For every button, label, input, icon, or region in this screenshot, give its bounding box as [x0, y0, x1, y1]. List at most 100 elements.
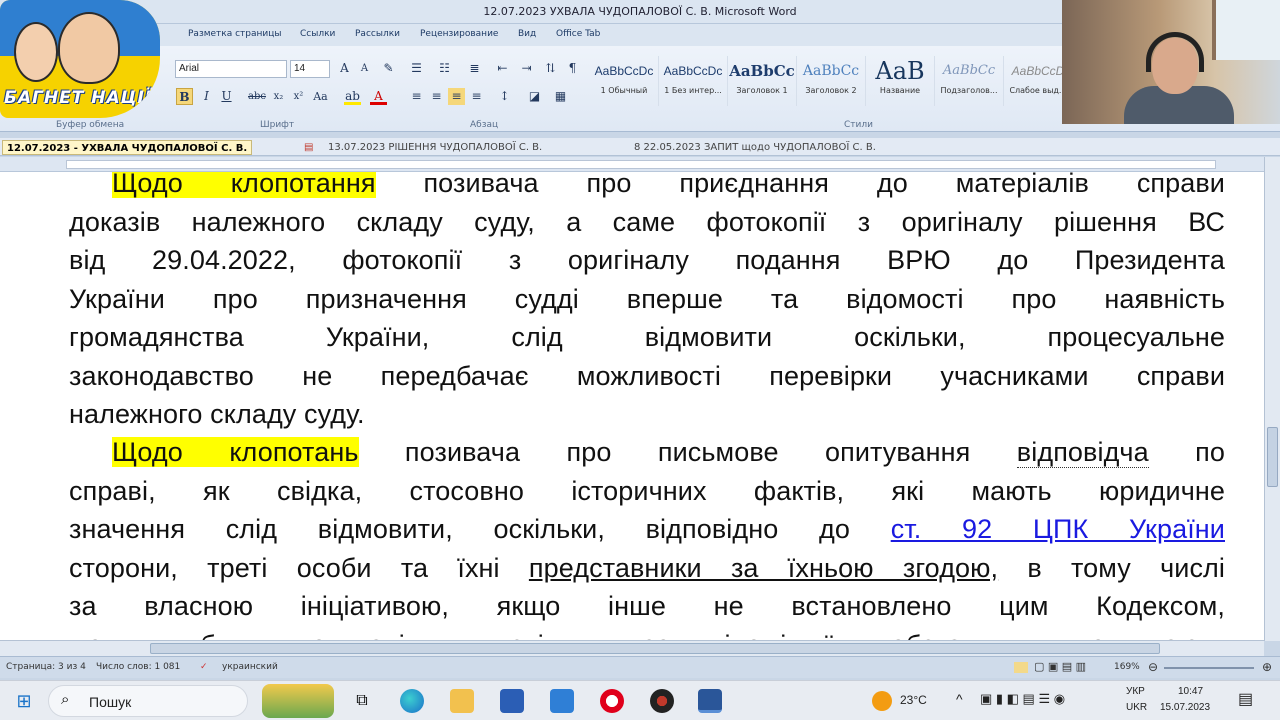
- bold-icon[interactable]: B: [176, 88, 193, 105]
- p1-line-7: належного складу суду.: [69, 399, 365, 429]
- spellcheck-icon[interactable]: ✓: [200, 662, 208, 672]
- style-heading-2[interactable]: AaBbCc Заголовок 2: [797, 56, 866, 106]
- doc-tab-3[interactable]: 8 22.05.2023 ЗАПИТ щодо ЧУДОПАЛОВОЇ С. В…: [630, 140, 880, 155]
- search-label: Пошук: [89, 694, 132, 710]
- shading-icon[interactable]: ◪: [526, 88, 543, 105]
- justify-icon[interactable]: ≡: [468, 88, 485, 105]
- language-bottom[interactable]: UKR: [1126, 702, 1147, 713]
- style-subtitle[interactable]: AaBbCc Подзаголов...: [935, 56, 1004, 106]
- superscript-icon[interactable]: x²: [290, 88, 307, 105]
- align-left-icon[interactable]: ≡: [408, 88, 425, 105]
- styles-gallery: AaBbCcDc 1 Обычный AaBbCcDc 1 Без интер...…: [590, 56, 1073, 106]
- edge-icon[interactable]: [400, 689, 424, 713]
- grow-font-icon[interactable]: A: [336, 60, 353, 77]
- task-view-icon[interactable]: ⧉: [350, 689, 374, 713]
- decrease-indent-icon[interactable]: ⇤: [494, 60, 511, 77]
- notification-icon[interactable]: ▤: [1238, 689, 1253, 709]
- increase-indent-icon[interactable]: ⇥: [518, 60, 535, 77]
- start-icon[interactable]: ⊞: [12, 689, 36, 713]
- search-box[interactable]: ⌕ Пошук: [48, 685, 248, 717]
- style-normal[interactable]: AaBbCcDc 1 Обычный: [590, 56, 659, 106]
- ruler[interactable]: [0, 157, 1264, 172]
- word-window: ■ ↶ ↷ 12.07.2023 УХВАЛА ЧУДОПАЛОВОЇ С. В…: [0, 0, 1280, 720]
- doc-tab-2[interactable]: 13.07.2023 РІШЕННЯ ЧУДОПАЛОВОЇ С. В.: [324, 140, 546, 155]
- clock-date[interactable]: 15.07.2023: [1160, 702, 1210, 713]
- zoom-level[interactable]: 169%: [1114, 662, 1140, 672]
- font-color-icon[interactable]: A: [370, 88, 387, 105]
- p2-line-1: Щодо клопотань позивача про письмове опи…: [112, 437, 1225, 468]
- subscript-icon[interactable]: x₂: [270, 88, 287, 105]
- numbering-icon[interactable]: ☷: [436, 60, 453, 77]
- view-buttons-icon[interactable]: ▢ ▣ ▤ ▥: [1034, 660, 1086, 673]
- tab-review[interactable]: Рецензирование: [420, 29, 498, 39]
- horizontal-scrollbar[interactable]: [0, 640, 1264, 656]
- webcam-overlay: [1062, 0, 1280, 124]
- word-icon[interactable]: [698, 689, 722, 713]
- law-link[interactable]: ст. 92 ЦПК України: [891, 514, 1225, 544]
- highlight-icon[interactable]: ab: [344, 88, 361, 105]
- horizontal-scroll-thumb[interactable]: [150, 643, 1160, 654]
- align-right-icon[interactable]: ≡: [448, 88, 465, 105]
- italic-icon[interactable]: I: [198, 88, 215, 105]
- multilevel-list-icon[interactable]: ≣: [466, 60, 483, 77]
- store-icon[interactable]: [500, 689, 524, 713]
- zoom-out-icon[interactable]: ⊖: [1148, 660, 1158, 674]
- vertical-scrollbar[interactable]: [1264, 157, 1280, 641]
- change-case-icon[interactable]: Aa: [312, 88, 329, 105]
- group-font: Шрифт: [260, 120, 295, 130]
- tab-references[interactable]: Ссылки: [300, 29, 335, 39]
- word-count[interactable]: Число слов: 1 081: [96, 662, 180, 672]
- print-layout-icon[interactable]: [1014, 662, 1028, 673]
- zoom-in-icon[interactable]: ⊕: [1262, 660, 1272, 674]
- mail-icon[interactable]: [550, 689, 574, 713]
- p2-line-5: за власною ініціативою, якщо інше не вст…: [69, 591, 1225, 621]
- page-count[interactable]: Страница: 3 из 4: [6, 662, 86, 672]
- p1-line-2: доказів належного складу суду, а саме фо…: [69, 206, 1225, 237]
- doc-icon: ▤: [304, 142, 314, 153]
- tab-office-tab[interactable]: Office Tab: [556, 29, 600, 39]
- zoom-slider[interactable]: [1164, 667, 1254, 669]
- align-center-icon[interactable]: ≡: [428, 88, 445, 105]
- p1-line-3: від 29.04.2022, фотокопії з оригіналу по…: [69, 245, 1225, 275]
- document-page[interactable]: Щодо клопотання позивача про приєднання …: [0, 172, 1264, 640]
- sort-icon[interactable]: ⇅: [542, 60, 559, 77]
- tray-icons[interactable]: ▣ ▮ ◧ ▤ ☰ ◉: [980, 691, 1065, 707]
- show-marks-icon[interactable]: ¶: [564, 60, 581, 77]
- p1-line-1: Щодо клопотання позивача про приєднання …: [69, 172, 1225, 203]
- tab-mailings[interactable]: Рассылки: [355, 29, 400, 39]
- style-heading-1[interactable]: AaBbCc Заголовок 1: [728, 56, 797, 106]
- underline-icon[interactable]: U: [218, 88, 235, 105]
- clock-time[interactable]: 10:47: [1178, 686, 1203, 697]
- style-no-spacing[interactable]: AaBbCcDc 1 Без интер...: [659, 56, 728, 106]
- doc-tab-active[interactable]: 12.07.2023 - УХВАЛА ЧУДОПАЛОВОЇ С. В.: [2, 140, 253, 155]
- font-name-select[interactable]: Arial: [175, 60, 287, 78]
- paragraph-2: Щодо клопотань позивача про письмове опи…: [69, 433, 1225, 640]
- p2-line-4: сторони, треті особи та їхні представник…: [69, 552, 1225, 583]
- clear-format-icon[interactable]: ✎: [380, 60, 397, 77]
- font-size-select[interactable]: 14: [290, 60, 330, 78]
- language-top[interactable]: УКР: [1126, 686, 1145, 697]
- weather-icon[interactable]: [872, 691, 892, 711]
- presenter: [1124, 30, 1234, 124]
- p1-line-6: законодавство не передбачає можливості п…: [69, 360, 1225, 391]
- line-spacing-icon[interactable]: ↕: [496, 88, 513, 105]
- group-paragraph: Абзац: [470, 120, 499, 130]
- vertical-scroll-thumb[interactable]: [1267, 427, 1278, 487]
- shrink-font-icon[interactable]: A: [356, 60, 373, 77]
- media-app-icon[interactable]: [650, 689, 674, 713]
- bullets-icon[interactable]: ☰: [408, 60, 425, 77]
- language-indicator[interactable]: украинский: [222, 662, 278, 672]
- borders-icon[interactable]: ▦: [552, 88, 569, 105]
- opera-icon[interactable]: [600, 689, 624, 713]
- chevron-up-icon[interactable]: ^: [956, 691, 963, 707]
- tab-page-layout[interactable]: Разметка страницы: [188, 29, 282, 39]
- tab-view[interactable]: Вид: [518, 29, 536, 39]
- file-explorer-icon[interactable]: [450, 689, 474, 713]
- temperature[interactable]: 23°C: [900, 693, 927, 707]
- widget-thumbnail-icon[interactable]: [262, 684, 334, 718]
- p2-highlight: Щодо клопотань: [112, 437, 359, 467]
- strikethrough-icon[interactable]: abc: [248, 88, 266, 105]
- p1-line-4: України про призначення судді вперше та …: [69, 283, 1225, 314]
- p1-line-5: громадянства України, слід відмовити оск…: [69, 322, 1225, 352]
- style-title[interactable]: AaB Название: [866, 56, 935, 106]
